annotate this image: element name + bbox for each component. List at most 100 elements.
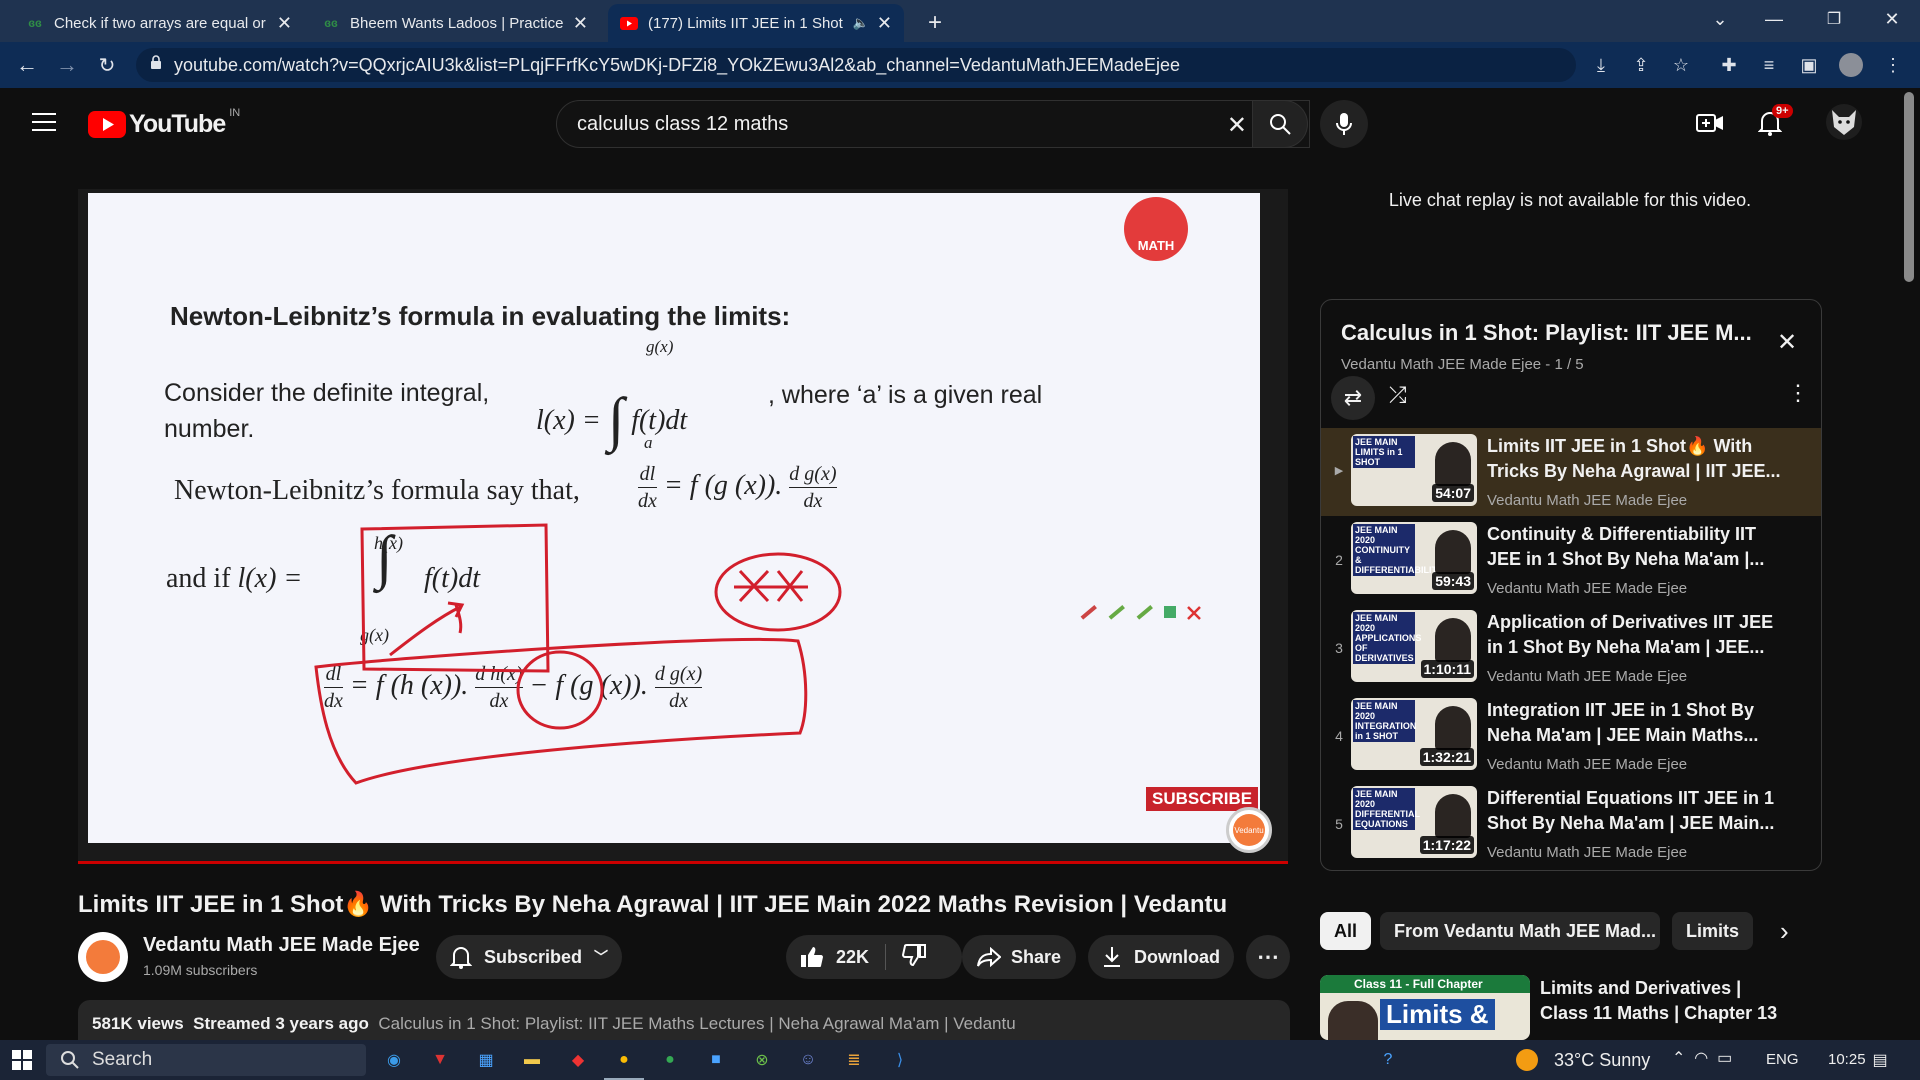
share-page-icon[interactable]: ⇪: [1628, 52, 1654, 78]
address-bar[interactable]: youtube.com/watch?v=QQxrjcAIU3k&list=PLq…: [136, 48, 1576, 82]
stack-app-icon[interactable]: ≣: [842, 1048, 866, 1072]
chevron-right-icon[interactable]: ›: [1780, 916, 1789, 947]
weather-text[interactable]: 33°C Sunny: [1554, 1050, 1650, 1071]
vscode-icon[interactable]: ⟩: [888, 1048, 912, 1072]
chrome-profile-icon[interactable]: ●: [658, 1048, 682, 1072]
tab-search-icon[interactable]: ⌄: [1692, 0, 1748, 38]
side-panel-icon[interactable]: ▣: [1796, 52, 1822, 78]
close-tab-icon[interactable]: ✕: [277, 13, 292, 34]
recommended-thumbnail[interactable]: Class 11 - Full Chapter Limits &: [1320, 975, 1530, 1040]
description-box[interactable]: 581K views Streamed 3 years ago Calculus…: [78, 1000, 1290, 1040]
chrome-icon[interactable]: ●: [612, 1048, 636, 1072]
chip-from-channel[interactable]: From Vedantu Math JEE Mad...: [1380, 912, 1660, 950]
playlist-item-title: Limits IIT JEE in 1 Shot🔥 With Tricks By…: [1487, 436, 1781, 481]
video-thumbnail: JEE MAIN 2020 INTEGRATION in 1 SHOT 1:32:…: [1351, 698, 1477, 770]
search-button[interactable]: [1252, 100, 1308, 148]
tab-arrays-equal[interactable]: ɞɞ Check if two arrays are equal or r ✕: [14, 4, 304, 42]
url-text: youtube.com/watch?v=QQxrjcAIU3k&list=PLq…: [174, 54, 1180, 75]
clear-search-icon[interactable]: ✕: [1227, 111, 1247, 140]
clock[interactable]: 10:25: [1828, 1051, 1866, 1068]
playlist-subtitle: Vedantu Math JEE Made Ejee - 1 / 5: [1341, 356, 1584, 373]
close-window-button[interactable]: ✕: [1864, 0, 1920, 38]
playlist-title[interactable]: Calculus in 1 Shot: Playlist: IIT JEE M.…: [1341, 320, 1752, 346]
help-icon[interactable]: ?: [1376, 1048, 1400, 1072]
thumbnail-banner: Class 11 - Full Chapter: [1320, 975, 1530, 993]
forward-button[interactable]: →: [52, 50, 82, 80]
watermark-text: Vedantu: [1233, 814, 1265, 846]
more-actions-button[interactable]: ⋯: [1246, 935, 1290, 979]
taskbar-search-box[interactable]: Search: [46, 1044, 366, 1076]
close-tab-icon[interactable]: ✕: [573, 13, 588, 34]
git-icon[interactable]: ◆: [566, 1048, 590, 1072]
playlist-item[interactable]: ▶ JEE MAIN LIMITS in 1 SHOT 54:07 Limits …: [1321, 428, 1821, 516]
file-explorer-icon[interactable]: ▬: [520, 1048, 544, 1072]
create-video-icon[interactable]: [1696, 112, 1724, 139]
close-tab-icon[interactable]: ✕: [877, 13, 892, 34]
new-tab-button[interactable]: +: [916, 4, 956, 42]
playlist-item[interactable]: 5 JEE MAIN 2020 DIFFERENTIAL EQUATIONS 1:…: [1321, 780, 1821, 868]
store-icon[interactable]: ▦: [474, 1048, 498, 1072]
share-button[interactable]: Share: [962, 935, 1076, 979]
shuffle-icon[interactable]: ⤮: [1389, 382, 1407, 408]
restore-button[interactable]: ❐: [1806, 0, 1862, 38]
thumbnail-text: JEE MAIN 2020 APPLICATIONS OF DERIVATIVE…: [1353, 612, 1422, 664]
search-input[interactable]: calculus class 12 maths ✕: [556, 100, 1310, 148]
tab-bheem-ladoos[interactable]: ɞɞ Bheem Wants Ladoos | Practice | ✕: [310, 4, 600, 42]
youtube-logo[interactable]: YouTube IN: [88, 106, 241, 139]
browser-menu-icon[interactable]: ⋮: [1880, 52, 1906, 78]
account-avatar[interactable]: [1826, 104, 1862, 140]
playlist-item[interactable]: 4 JEE MAIN 2020 INTEGRATION in 1 SHOT 1:3…: [1321, 692, 1821, 780]
windows-start-icon[interactable]: [10, 1048, 34, 1072]
speaker-icon[interactable]: 🔈: [853, 15, 869, 31]
install-app-icon[interactable]: ⤓: [1588, 52, 1614, 78]
playlist-item-channel: Vedantu Math JEE Made Ejee: [1487, 492, 1688, 509]
playlist-item-channel: Vedantu Math JEE Made Ejee: [1487, 844, 1688, 861]
desktop-app-icon[interactable]: ■: [704, 1048, 728, 1072]
playlist-item[interactable]: 2 JEE MAIN 2020 CONTINUITY & DIFFERENTIA…: [1321, 516, 1821, 604]
minimize-button[interactable]: —: [1746, 0, 1802, 38]
guide-menu-icon[interactable]: [32, 112, 56, 137]
dislike-button[interactable]: [902, 943, 927, 972]
back-button[interactable]: ←: [12, 50, 42, 80]
thumbs-down-icon: [902, 943, 927, 966]
region-code: IN: [229, 106, 241, 119]
playlist-item-index: 5: [1335, 816, 1343, 832]
video-thumbnail: JEE MAIN 2020 APPLICATIONS OF DERIVATIVE…: [1351, 610, 1477, 682]
lock-icon[interactable]: [150, 55, 162, 75]
tab-youtube-limits[interactable]: (177) Limits IIT JEE in 1 Shot🔥 🔈 ✕: [608, 4, 904, 42]
channel-avatar[interactable]: [78, 932, 128, 982]
recommended-title[interactable]: Limits and Derivatives | Class 11 Maths …: [1540, 976, 1780, 1026]
reload-button[interactable]: ↻: [92, 50, 122, 80]
loop-playlist-icon[interactable]: ⇄: [1331, 376, 1375, 420]
playlist-menu-icon[interactable]: ⋮: [1787, 380, 1809, 406]
video-player[interactable]: MATH Newton-Leibnitz’s formula in evalua…: [78, 189, 1288, 864]
chip-all[interactable]: All: [1320, 912, 1372, 950]
chip-limits[interactable]: Limits: [1672, 912, 1754, 950]
playlist-item-index: 2: [1335, 552, 1343, 568]
subscribed-button[interactable]: Subscribed ﹀: [436, 935, 622, 979]
view-count: 581K views: [92, 1014, 184, 1033]
like-button[interactable]: 22K: [800, 945, 869, 969]
tray-icons[interactable]: ⌃ ◠ ▭: [1672, 1048, 1732, 1068]
xbox-icon[interactable]: ⊗: [750, 1048, 774, 1072]
bookmark-star-icon[interactable]: ☆: [1668, 52, 1694, 78]
notifications-bell-icon[interactable]: 9+: [1757, 104, 1793, 141]
edge-icon[interactable]: ◉: [382, 1048, 406, 1072]
extensions-icon[interactable]: ✚: [1716, 52, 1742, 78]
notification-center-icon[interactable]: ▤: [1868, 1048, 1892, 1072]
language-indicator[interactable]: ENG: [1766, 1051, 1799, 1068]
voice-search-button[interactable]: [1320, 100, 1368, 148]
channel-name[interactable]: Vedantu Math JEE Made Ejee: [143, 934, 420, 957]
playlist-item[interactable]: 3 JEE MAIN 2020 APPLICATIONS OF DERIVATI…: [1321, 604, 1821, 692]
page-scrollbar[interactable]: [1904, 92, 1914, 282]
profile-avatar[interactable]: [1838, 52, 1864, 78]
vedantu-app-icon[interactable]: ▼: [428, 1048, 452, 1072]
video-thumbnail: JEE MAIN LIMITS in 1 SHOT 54:07: [1351, 434, 1477, 506]
progress-bar[interactable]: [78, 861, 1288, 864]
discord-icon[interactable]: ☺: [796, 1048, 820, 1072]
thumbnail-text: JEE MAIN LIMITS in 1 SHOT: [1353, 436, 1415, 468]
media-control-icon[interactable]: ≡: [1756, 52, 1782, 78]
tab-title: (177) Limits IIT JEE in 1 Shot🔥: [648, 15, 845, 32]
download-button[interactable]: Download: [1088, 935, 1234, 979]
close-playlist-icon[interactable]: ✕: [1777, 328, 1797, 357]
